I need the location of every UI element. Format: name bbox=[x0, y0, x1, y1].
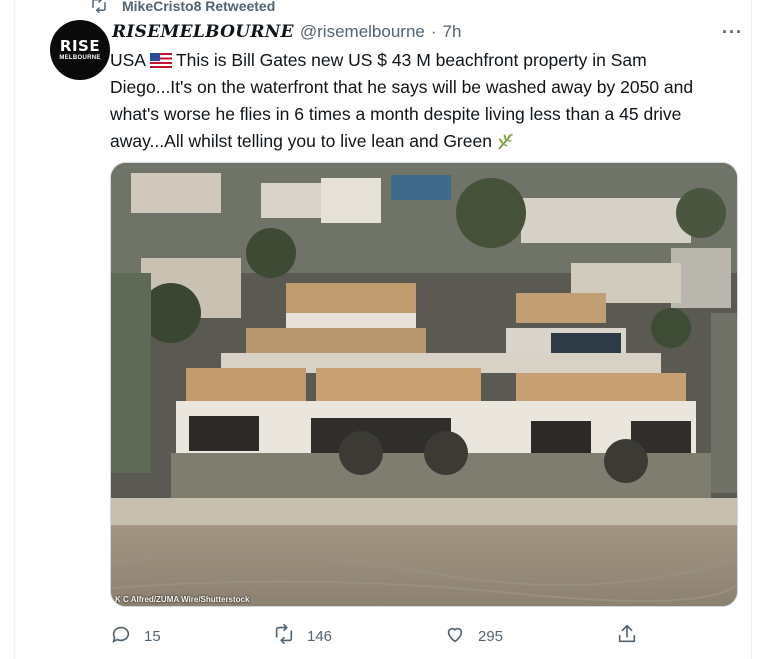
retweet-label[interactable]: MikeCristo8 Retweeted bbox=[122, 0, 275, 14]
us-flag-icon bbox=[149, 53, 172, 68]
tweet-photo[interactable]: K C Alfred/ZUMA Wire/Shutterstock bbox=[110, 162, 738, 607]
avatar-logo-line2: MELBOURNE bbox=[59, 54, 101, 61]
timestamp[interactable]: 7h bbox=[443, 22, 462, 42]
avatar[interactable]: RISE MELBOURNE bbox=[50, 20, 110, 80]
user-handle[interactable]: @risemelbourne bbox=[300, 22, 425, 42]
tweet-actions: 15 146 295 bbox=[110, 623, 640, 649]
retweet-action-icon bbox=[273, 623, 295, 649]
display-name[interactable]: RISEMELBOURNE bbox=[112, 22, 294, 42]
avatar-logo-line1: RISE bbox=[59, 36, 101, 55]
retweet-context: MikeCristo8 Retweeted bbox=[90, 0, 275, 16]
heart-icon bbox=[444, 623, 466, 649]
tweet-text: USA This is Bill Gates new US $ 43 M beac… bbox=[110, 47, 725, 159]
tweet-text-body: This is Bill Gates new US $ 43 M beachfr… bbox=[110, 50, 694, 151]
more-options-button[interactable]: ··· bbox=[722, 22, 743, 43]
share-icon bbox=[616, 623, 638, 649]
reply-icon bbox=[110, 623, 132, 649]
beachfront-property-photo bbox=[111, 163, 737, 606]
tweet-header: RISEMELBOURNE @risemelbourne · 7h bbox=[112, 22, 461, 42]
reply-button[interactable]: 15 bbox=[110, 623, 161, 649]
retweet-count: 146 bbox=[307, 627, 333, 645]
separator-dot: · bbox=[430, 22, 437, 41]
photo-credit: K C Alfred/ZUMA Wire/Shutterstock bbox=[115, 595, 250, 604]
tweet-text-country: USA bbox=[110, 50, 146, 70]
retweet-button[interactable]: 146 bbox=[273, 623, 332, 649]
reply-count: 15 bbox=[144, 627, 161, 645]
herb-leaf-icon bbox=[496, 131, 516, 159]
share-button[interactable] bbox=[616, 623, 638, 649]
like-button[interactable]: 295 bbox=[444, 623, 503, 649]
like-count: 295 bbox=[478, 627, 504, 645]
retweet-icon bbox=[90, 0, 108, 17]
